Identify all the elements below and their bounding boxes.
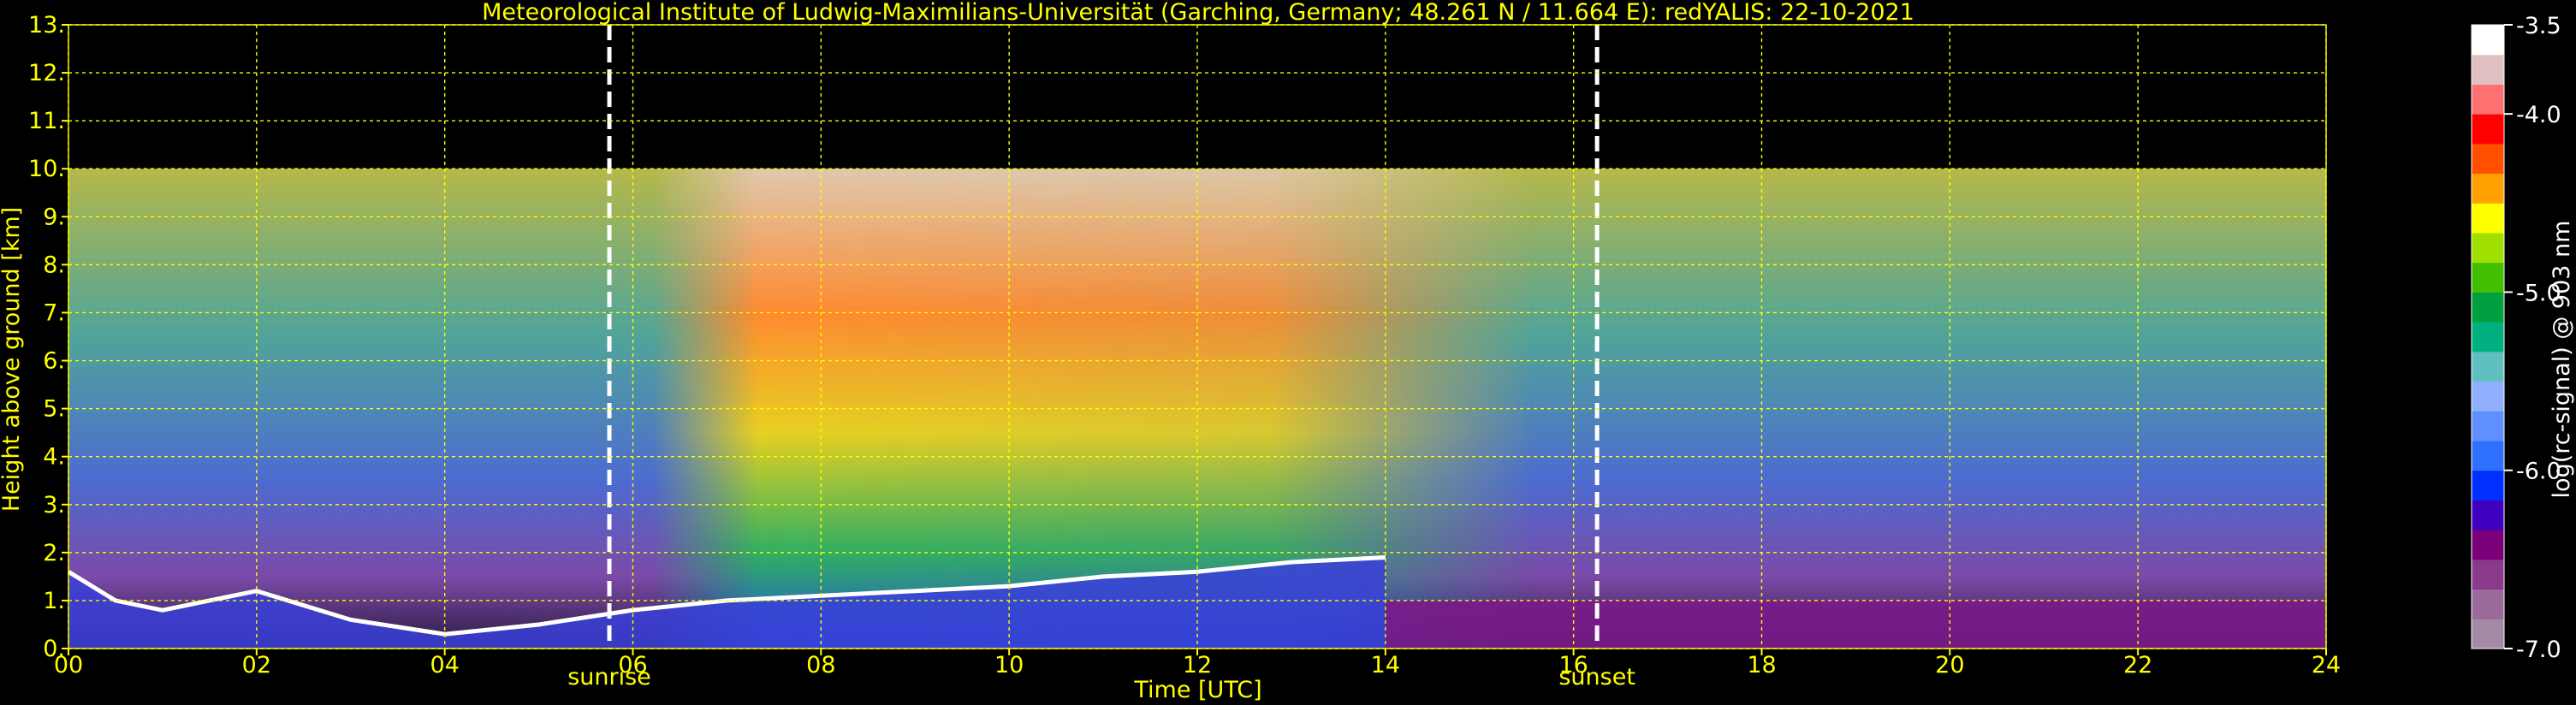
colorbar-segment	[2472, 500, 2504, 530]
x-tick-label: 18	[1747, 652, 1776, 678]
y-tick-label: 10.	[28, 156, 65, 182]
colorbar-segment	[2472, 589, 2504, 619]
y-tick-label: 6.	[43, 348, 65, 375]
y-tick-label: 3.	[43, 492, 65, 518]
colorbar-label: log(rc-signal) @ 903 nm	[2549, 221, 2575, 499]
y-tick-label: 5.	[43, 396, 65, 423]
x-tick-label: 12	[1183, 652, 1212, 678]
colorbar-segment	[2472, 84, 2504, 115]
y-tick-label: 7.	[43, 299, 65, 326]
colorbar-tick-label: -3.5	[2516, 13, 2561, 39]
colorbar-segment	[2472, 411, 2504, 441]
y-tick-label: 13.	[28, 12, 65, 39]
x-tick-label: 24	[2312, 652, 2341, 678]
y-tick-label: 11.	[28, 108, 65, 134]
colorbar-tick-label: -4.0	[2516, 102, 2561, 128]
colorbar-segment	[2472, 25, 2504, 56]
colorbar-segment	[2472, 173, 2504, 204]
colorbar-segment	[2472, 381, 2504, 412]
colorbar-segment	[2472, 114, 2504, 145]
colorbar-tick-label: -7.0	[2516, 637, 2561, 663]
colorbar-segment	[2472, 351, 2504, 382]
chart-title: Meteorological Institute of Ludwig-Maxim…	[482, 0, 1914, 26]
x-tick-label: 06	[618, 652, 647, 678]
y-tick-label: 9.	[43, 204, 65, 230]
colorbar-segment	[2472, 233, 2504, 264]
colorbar-segment	[2472, 322, 2504, 352]
y-tick-label: 8.	[43, 252, 65, 278]
x-tick-label: 16	[1558, 652, 1588, 678]
colorbar-segment	[2472, 530, 2504, 560]
colorbar-segment	[2472, 203, 2504, 234]
x-tick-label: 22	[2123, 652, 2152, 678]
x-tick-label: 14	[1371, 652, 1400, 678]
lidar-quicklook-chart: sunrise sunset 00 02 04 06 08 10 12 14 16 18 20 22 24…	[0, 0, 2576, 705]
y-tick-label: 12.	[28, 60, 65, 86]
colorbar-segment	[2472, 559, 2504, 590]
y-tick-label: 1.	[43, 588, 65, 614]
colorbar-segment	[2472, 441, 2504, 471]
x-tick-label: 08	[806, 652, 835, 678]
y-tick-label: 2.	[43, 540, 65, 566]
colorbar-segment	[2472, 54, 2504, 85]
colorbar-segment	[2472, 262, 2504, 293]
x-axis-label: Time [UTC]	[1133, 677, 1261, 703]
colorbar-segment	[2472, 470, 2504, 501]
x-tick-label: 20	[1935, 652, 1964, 678]
y-tick-label: 0.	[43, 636, 65, 662]
y-axis-label: Height above ground [km]	[0, 207, 25, 512]
x-tick-label: 10	[994, 652, 1024, 678]
x-tick-label: 02	[242, 652, 271, 678]
x-tick-label: 04	[430, 652, 459, 678]
y-tick-label: 4.	[43, 444, 65, 471]
colorbar-segment	[2472, 292, 2504, 323]
colorbar-segment	[2472, 619, 2504, 649]
colorbar-segment	[2472, 143, 2504, 175]
